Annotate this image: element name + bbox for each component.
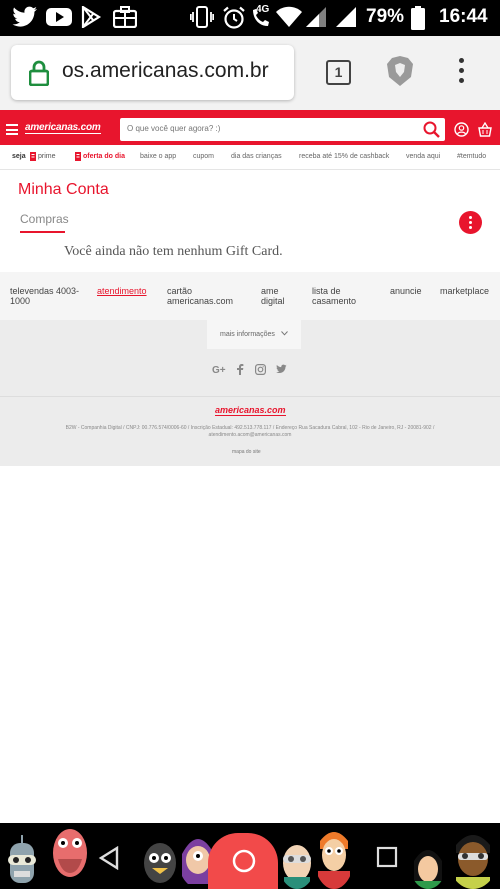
system-navigation-bar [0,823,500,889]
network-type-label: 4G [256,4,270,15]
instagram-icon[interactable] [255,364,266,375]
back-icon[interactable] [98,846,120,870]
menu-icon[interactable] [6,124,18,138]
address-bar[interactable]: os.americanas.com.br [11,45,294,100]
more-options-button[interactable] [459,211,482,234]
sitemap-link[interactable]: mapa do site [232,449,261,455]
signal-icon-2 [336,7,356,27]
twitter-icon [12,6,37,27]
account-icon[interactable] [454,122,469,137]
browser-menu-button[interactable] [452,56,470,86]
play-store-icon [81,6,102,28]
status-bar: 4G 79% 16:44 [0,0,500,36]
clock: 16:44 [439,6,488,27]
legal-text: B2W - Companhia Digital / CNPJ: 00.776.5… [25,425,475,439]
footer-links: televendas 4003- 1000 atendimento cartão… [0,272,500,320]
nav-item-cupom[interactable]: cupom [193,153,214,160]
lock-icon [29,60,49,86]
url-text: os.americanas.com.br [62,59,269,82]
empty-state-message: Você ainda não tem nenhum Gift Card. [64,244,283,259]
hermes-avatar-icon [456,835,490,889]
footer-link-cartao[interactable]: cartão americanas.com [167,286,233,306]
old-man-avatar-icon [283,845,311,889]
brave-shield-icon[interactable] [386,55,414,87]
alarm-icon [223,6,245,29]
basket-icon[interactable] [478,122,492,137]
home-circle-icon [232,849,256,873]
footer-link-marketplace-text: marketplace [440,286,490,296]
home-button[interactable] [208,833,278,889]
category-nav: seja prime oferta do dia baixe o app cup… [0,145,500,170]
page-title: Minha Conta [18,181,109,198]
footer-link-anuncie-text: anuncie [390,286,422,296]
nav-item-temtudo[interactable]: #temtudo [457,153,486,160]
footer-logo[interactable]: americanas.com [215,405,286,416]
svg-text:G+: G+ [212,365,226,374]
footer-divider [0,396,500,397]
search-icon[interactable] [423,121,440,138]
footer-link-ame-line1: ame [261,286,279,296]
nav-item-cashback[interactable]: receba até 15% de cashback [299,153,389,160]
woman-avatar-icon [414,850,442,889]
nav-item-baixe-o-app[interactable]: baixe o app [140,153,176,160]
legal-line-2: atendimento.acom@americanas.com [208,432,292,438]
footer-link-atendimento[interactable]: atendimento [97,286,147,296]
nav-item-prime[interactable]: prime [38,153,56,160]
youtube-icon [46,8,72,26]
footer-link-televendas-line2: 1000 [10,296,31,306]
footer-logo-text: americanas.com [215,405,286,416]
main-content: Minha Conta Compras Você ainda não tem n… [0,170,500,272]
vibrate-icon [190,6,214,28]
site-logo-text: americanas.com [25,122,101,134]
briefcase-icon [113,6,137,28]
search-input[interactable] [127,124,407,133]
footer-link-cartao-line2: americanas.com [167,296,234,306]
more-info-button[interactable]: mais informações [207,320,301,349]
site-header: americanas.com [0,115,500,145]
lobster-avatar-icon [53,829,87,877]
facebook-icon[interactable] [236,364,244,375]
active-tab-indicator [20,231,65,233]
chevron-down-icon [281,331,288,336]
offer-icon [75,152,81,161]
footer-link-ame-line2: digital [261,296,285,306]
footer-link-televendas[interactable]: televendas 4003- 1000 [10,286,79,306]
footer-link-atendimento-text: atendimento [97,286,147,296]
footer-link-cartao-line1: cartão [167,286,193,296]
prime-icon [30,152,36,161]
browser-toolbar: os.americanas.com.br 1 [0,36,500,110]
footer-link-ame-digital[interactable]: ame digital [261,286,285,306]
tab-switcher-button[interactable]: 1 [326,60,351,85]
tab-compras[interactable]: Compras [20,212,69,226]
footer-link-anuncie[interactable]: anuncie [390,286,422,296]
nav-item-oferta-do-dia[interactable]: oferta do dia [83,153,125,160]
footer-link-lista-line1: lista de [312,286,341,296]
footer-link-televendas-line1: televendas 4003- [10,286,80,296]
legal-line-1: B2W - Companhia Digital / CNPJ: 00.776.5… [65,425,435,431]
recents-icon[interactable] [376,846,398,868]
battery-icon [411,6,425,30]
fry-avatar-icon [318,832,350,889]
footer: mais informações G+ americanas.com B2W -… [0,320,500,466]
nav-item-venda-aqui[interactable]: venda aqui [406,153,440,160]
robot-avatar-icon [8,835,36,883]
footer-link-marketplace[interactable]: marketplace [440,286,489,296]
signal-icon [306,7,326,27]
wifi-icon [276,6,302,27]
nav-item-seja[interactable]: seja [12,153,26,160]
twitter-footer-icon[interactable] [276,364,287,374]
battery-percent: 79% [366,6,405,27]
footer-link-lista-de-casamento[interactable]: lista de casamento [312,286,356,306]
site-logo[interactable]: americanas.com [25,122,101,134]
bird-avatar-icon [144,843,176,883]
search-bar [120,118,445,141]
footer-link-lista-line2: casamento [312,296,357,306]
more-info-label: mais informações [220,331,275,338]
google-plus-icon[interactable]: G+ [212,364,226,374]
nav-item-dia-das-criancas[interactable]: dia das crianças [231,153,282,160]
